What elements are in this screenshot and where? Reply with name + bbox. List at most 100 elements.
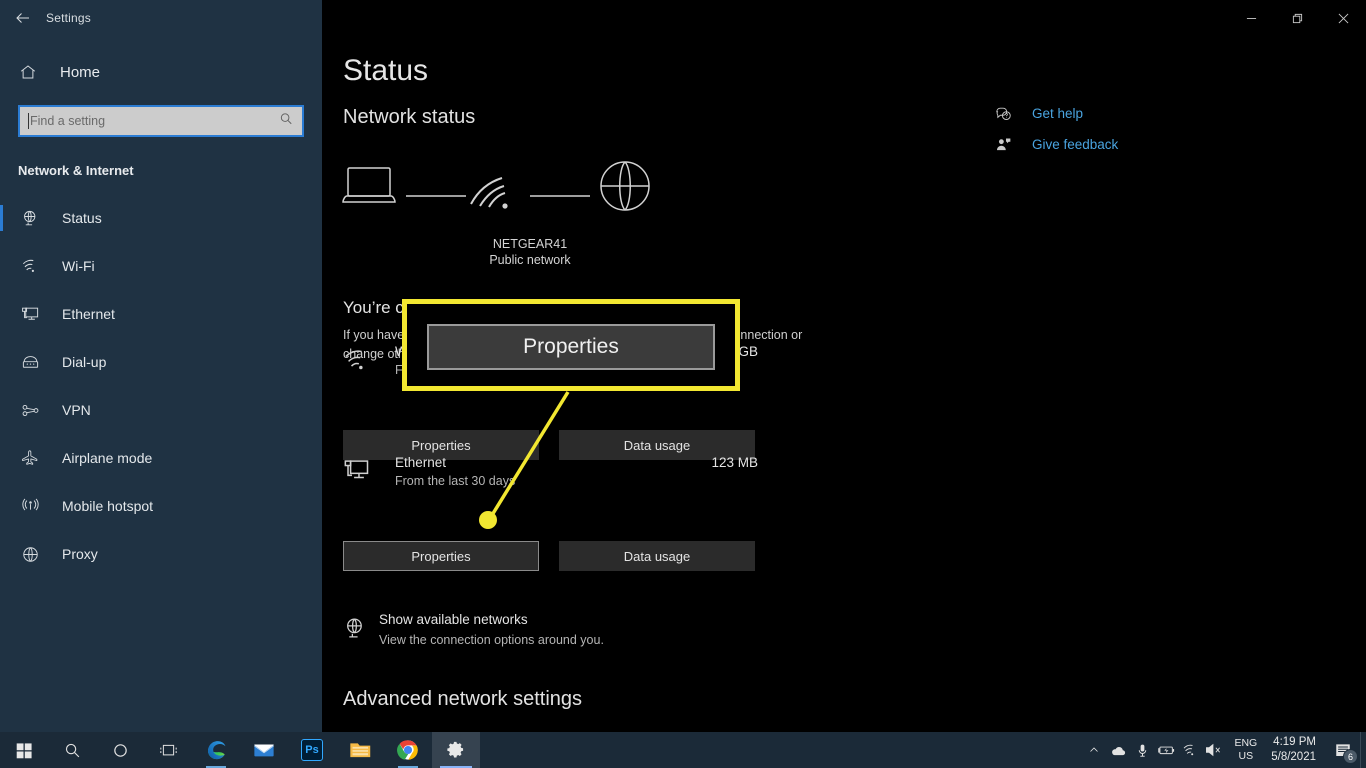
- dialup-icon: [18, 353, 42, 372]
- sidebar-item-label: Dial-up: [62, 354, 107, 370]
- sidebar-item-label: Ethernet: [62, 306, 115, 322]
- sidebar-item-label: Status: [62, 210, 102, 226]
- clock-date: 5/8/2021: [1271, 751, 1316, 763]
- sidebar-item-label: Wi-Fi: [62, 258, 95, 274]
- window-controls: [1228, 0, 1366, 36]
- give-feedback-link[interactable]: Give feedback: [992, 129, 1222, 160]
- get-help-link[interactable]: Get help: [992, 98, 1222, 129]
- edge-icon: [208, 741, 226, 760]
- sidebar-home-label: Home: [60, 63, 101, 81]
- sidebar-item-mobile-hotspot[interactable]: Mobile hotspot: [0, 482, 322, 530]
- restore-button[interactable]: [1274, 0, 1320, 36]
- chrome-button[interactable]: [384, 732, 432, 768]
- mail-button[interactable]: [240, 732, 288, 768]
- help-links: Get help Give feedback: [992, 98, 1222, 160]
- settings-button[interactable]: [432, 732, 480, 768]
- sidebar-item-proxy[interactable]: Proxy: [0, 530, 322, 578]
- sidebar-item-dialup[interactable]: Dial-up: [0, 338, 322, 386]
- wifi-icon[interactable]: [1178, 732, 1202, 768]
- photoshop-button[interactable]: Ps: [288, 732, 336, 768]
- battery-charging-icon[interactable]: [1154, 732, 1178, 768]
- globe-icon: [600, 161, 650, 211]
- windows-logo-icon: [16, 742, 32, 758]
- photoshop-label: Ps: [305, 744, 319, 756]
- search-icon[interactable]: [279, 112, 293, 131]
- sidebar-item-airplane-mode[interactable]: Airplane mode: [0, 434, 322, 482]
- wifi-icon: [18, 257, 42, 276]
- ethernet-data-usage-button[interactable]: Data usage: [559, 541, 755, 571]
- network-diagram: NETGEAR41 Public network: [340, 154, 660, 267]
- onedrive-icon[interactable]: [1106, 732, 1130, 768]
- language-indicator[interactable]: ENG US: [1226, 737, 1265, 763]
- sidebar-nav-list: Status Wi-Fi Ethernet Dial-up VPN Airpla…: [0, 194, 322, 578]
- cortana-button[interactable]: [96, 732, 144, 768]
- ethernet-icon: [18, 305, 42, 324]
- sidebar-item-vpn[interactable]: VPN: [0, 386, 322, 434]
- notification-badge: 6: [1343, 749, 1358, 764]
- sidebar-item-label: Airplane mode: [62, 450, 153, 466]
- advanced-settings-heading: Advanced network settings: [343, 688, 583, 710]
- wifi-icon: [343, 346, 377, 379]
- status-globe-icon: [18, 209, 42, 228]
- title-bar-left: Settings: [0, 0, 322, 36]
- folder-icon: [349, 743, 370, 758]
- mail-icon: [254, 744, 274, 757]
- search-icon: [65, 743, 79, 757]
- diagram-network-name: NETGEAR41: [492, 237, 568, 251]
- airplane-icon: [18, 449, 42, 468]
- speaker-muted-icon[interactable]: [1202, 732, 1226, 768]
- file-explorer-button[interactable]: [336, 732, 384, 768]
- ethernet-properties-button[interactable]: Properties: [343, 541, 539, 571]
- task-view-icon: [159, 744, 177, 755]
- window-title-bar: Settings: [0, 0, 1366, 36]
- vpn-icon: [18, 401, 42, 420]
- back-arrow-icon[interactable]: [0, 0, 46, 36]
- sidebar-item-ethernet[interactable]: Ethernet: [0, 290, 322, 338]
- get-help-label: Get help: [1032, 106, 1084, 121]
- feedback-person-icon: [992, 136, 1014, 153]
- cortana-circle-icon: [113, 743, 127, 757]
- notification-center-button[interactable]: 6: [1326, 732, 1360, 768]
- clock[interactable]: 4:19 PM 5/8/2021: [1265, 735, 1326, 765]
- proxy-globe-icon: [18, 545, 42, 564]
- sidebar-item-home[interactable]: Home: [0, 51, 322, 93]
- help-question-icon: [992, 105, 1014, 122]
- system-tray: ENG US 4:19 PM 5/8/2021 6: [1082, 732, 1366, 768]
- language-line-1: ENG: [1234, 737, 1258, 749]
- search-placeholder: Find a setting: [30, 114, 106, 128]
- network-name: Ethernet: [395, 455, 447, 470]
- show-desktop-button[interactable]: [1360, 732, 1366, 768]
- desktop-root: Settings Home Find a setting Network & I…: [0, 0, 1366, 768]
- title-bar-spacer: [322, 0, 1366, 36]
- network-status-heading: Network status: [343, 106, 476, 128]
- task-view-button[interactable]: [144, 732, 192, 768]
- sidebar-item-status[interactable]: Status: [0, 194, 322, 242]
- callout-properties-button[interactable]: Properties: [427, 324, 715, 370]
- language-line-2: US: [1238, 750, 1254, 762]
- chevron-up-icon[interactable]: [1082, 732, 1106, 768]
- page-title: Status: [343, 54, 429, 87]
- show-networks-title: Show available networks: [379, 612, 528, 627]
- sidebar-item-label: Mobile hotspot: [62, 498, 154, 514]
- sidebar-category-title: Network & Internet: [18, 163, 134, 178]
- minimize-button[interactable]: [1228, 0, 1274, 36]
- home-icon: [18, 63, 38, 81]
- network-usage: 123 MB: [711, 455, 758, 470]
- microphone-icon[interactable]: [1130, 732, 1154, 768]
- start-button[interactable]: [0, 732, 48, 768]
- laptop-icon: [342, 167, 396, 203]
- show-networks-subtitle: View the connection options around you.: [379, 633, 604, 647]
- sidebar-item-wifi[interactable]: Wi-Fi: [0, 242, 322, 290]
- settings-sidebar: Home Find a setting Network & Internet S…: [0, 36, 322, 732]
- sidebar-item-label: Proxy: [62, 546, 98, 562]
- search-input[interactable]: Find a setting: [18, 105, 304, 137]
- available-networks-icon: [343, 616, 368, 646]
- hotspot-icon: [18, 497, 42, 516]
- give-feedback-label: Give feedback: [1032, 137, 1119, 152]
- search-button[interactable]: [48, 732, 96, 768]
- edge-button[interactable]: [192, 732, 240, 768]
- diagram-network-type: Public network: [489, 253, 571, 267]
- diagram-network-labels: NETGEAR41 Public network: [430, 236, 630, 269]
- close-button[interactable]: [1320, 0, 1366, 36]
- clock-time: 4:19 PM: [1273, 736, 1316, 748]
